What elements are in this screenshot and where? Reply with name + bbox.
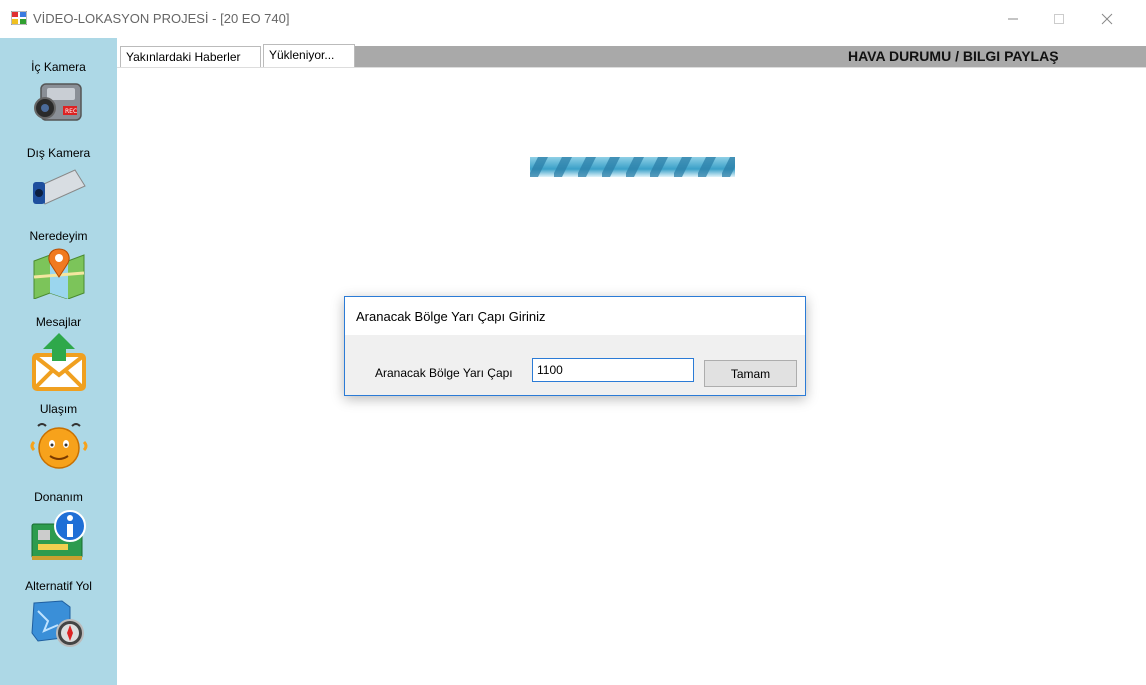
dialog-title: Aranacak Bölge Yarı Çapı Giriniz xyxy=(356,309,546,324)
loading-bar-icon xyxy=(530,157,735,177)
radius-dialog: Aranacak Bölge Yarı Çapı Giriniz Aranaca… xyxy=(344,296,806,396)
close-button[interactable] xyxy=(1084,0,1130,38)
smiley-icon xyxy=(30,423,87,469)
maximize-icon xyxy=(1054,14,1064,24)
sidebar-item-neredeyim[interactable]: Neredeyim xyxy=(0,229,117,299)
dialog-title-bar: Aranacak Bölge Yarı Çapı Giriniz xyxy=(345,297,805,335)
window-title: VİDEO-LOKASYON PROJESİ - [20 EO 740] xyxy=(33,11,290,26)
app-window-icon xyxy=(11,11,27,25)
tab-yukleniyor[interactable]: Yükleniyor... xyxy=(263,44,355,67)
sidebar-item-label: Neredeyim xyxy=(29,229,88,243)
radius-input[interactable] xyxy=(532,358,694,382)
sidebar-item-ulasim[interactable]: Ulaşım xyxy=(0,402,117,470)
security-camera-icon xyxy=(32,169,86,205)
sidebar-item-alternatif-yol[interactable]: Alternatif Yol xyxy=(0,579,117,649)
tab-yakinlardaki-haberler[interactable]: Yakınlardaki Haberler xyxy=(120,46,261,67)
sidebar-item-label: Donanım xyxy=(34,490,83,504)
sidebar-item-label: Mesajlar xyxy=(35,315,82,329)
tab-divider xyxy=(117,67,1146,68)
tab-strip: Yakınlardaki Haberler Yükleniyor... HAVA… xyxy=(117,42,1146,68)
sidebar-item-label: Alternatif Yol xyxy=(25,579,92,593)
sidebar-item-mesajlar[interactable]: Mesajlar xyxy=(0,315,117,391)
hardware-info-icon xyxy=(31,510,86,560)
mail-upload-icon xyxy=(31,333,86,391)
svg-text:REC: REC xyxy=(65,108,77,115)
close-icon xyxy=(1101,13,1113,25)
minimize-icon xyxy=(1008,18,1018,20)
map-pin-icon xyxy=(33,248,84,299)
sidebar-item-ic-kamera[interactable]: İç Kamera REC xyxy=(0,60,117,126)
title-bar: VİDEO-LOKASYON PROJESİ - [20 EO 740] xyxy=(0,0,1146,38)
sidebar-item-label: Dış Kamera xyxy=(26,146,91,160)
map-compass-icon xyxy=(30,600,84,647)
sidebar-item-donanim[interactable]: Donanım xyxy=(0,490,117,564)
sidebar-item-label: İç Kamera xyxy=(31,60,86,74)
sidebar-item-label: Ulaşım xyxy=(39,402,78,416)
sidebar: İç Kamera REC Dış Kamera Neredeyim Mesaj… xyxy=(0,38,117,685)
tab-strip-filler xyxy=(355,46,837,67)
maximize-button[interactable] xyxy=(1036,0,1082,38)
radius-label: Aranacak Bölge Yarı Çapı xyxy=(375,366,513,380)
weather-banner[interactable]: HAVA DURUMU / BILGI PAYLAŞ xyxy=(837,46,1146,67)
camcorder-icon: REC xyxy=(33,83,82,121)
ok-button[interactable]: Tamam xyxy=(704,360,797,387)
sidebar-item-dis-kamera[interactable]: Dış Kamera xyxy=(0,146,117,206)
minimize-button[interactable] xyxy=(990,0,1036,38)
